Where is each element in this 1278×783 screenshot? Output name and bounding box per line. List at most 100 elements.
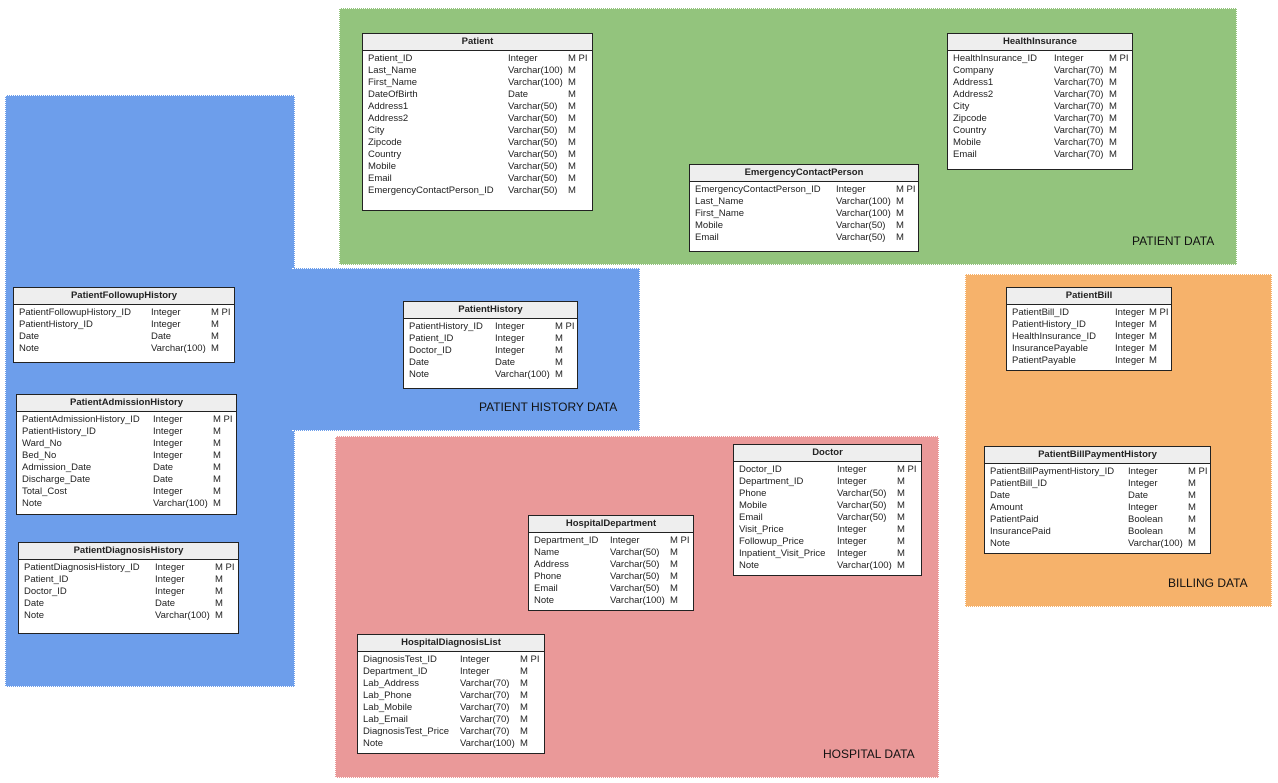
table-columns: HealthInsurance_ID Integer M PI Company Varc… [948,51,1132,161]
column-row: PatientPayable Integer M [1007,355,1171,367]
column-row: City Varchar(70) M [948,101,1132,113]
column-flags: M [568,101,576,112]
column-name: Mobile [953,137,981,148]
column-name: First_Name [695,208,745,219]
column-name: City [953,101,970,112]
column-type: Varchar(100) [153,498,208,509]
column-row: Note Varchar(100) M [404,369,577,381]
table-patient[interactable]: Patient Patient_ID Integer M PI Last_Name Var… [362,33,593,211]
column-name: Last_Name [695,196,744,207]
column-flags: M [568,65,576,76]
column-flags: M [1188,490,1196,501]
table-patient-admission-history[interactable]: PatientAdmissionHistory PatientAdmissionH… [16,394,237,515]
column-flags: M [211,331,219,342]
column-name: InsurancePaid [990,526,1051,537]
column-flags: M [896,196,904,207]
column-name: Address1 [368,101,409,112]
column-row: Email Varchar(50) M [690,232,918,244]
column-type: Varchar(100) [1128,538,1183,549]
column-name: Note [409,369,430,380]
column-row: Visit_Price Integer M [734,524,921,536]
column-name: Date [990,490,1011,501]
column-flags: M PI [1109,53,1129,64]
column-name: PatientDiagnosisHistory_ID [24,562,140,573]
column-type: Integer [1054,53,1084,64]
column-row: Zipcode Varchar(70) M [948,113,1132,125]
column-flags: M [215,574,223,585]
column-row: EmergencyContactPerson_ID Integer M PI [690,184,918,196]
column-flags: M [897,476,905,487]
table-health-insurance[interactable]: HealthInsurance HealthInsurance_ID Integer… [947,33,1133,170]
column-flags: M [670,571,678,582]
table-patient-history[interactable]: PatientHistory PatientHistory_ID Integer M … [403,301,578,389]
column-flags: M PI [670,535,690,546]
column-row: Date Date M [404,357,577,369]
column-type: Varchar(100) [495,369,550,380]
column-type: Integer [155,562,185,573]
column-flags: M [896,208,904,219]
column-row: Mobile Varchar(50) M [734,500,921,512]
column-row: PatientBill_ID Integer M [985,478,1210,490]
table-title: HealthInsurance [948,34,1132,51]
column-flags: M [1149,343,1157,354]
column-flags: M PI [568,53,588,64]
column-row: Followup_Price Integer M [734,536,921,548]
column-name: Note [534,595,555,606]
column-row: Address1 Varchar(50) M [363,101,592,113]
column-type: Varchar(100) [155,610,210,621]
column-type: Varchar(50) [508,137,558,148]
column-row: HealthInsurance_ID Integer M [1007,331,1171,343]
column-flags: M [568,125,576,136]
column-flags: M [568,89,576,100]
column-name: Amount [990,502,1023,513]
column-name: Date [24,598,45,609]
table-hospital-diagnosis-list[interactable]: HospitalDiagnosisList DiagnosisTest_ID Int… [357,634,545,754]
column-name: Address1 [953,77,994,88]
column-type: Varchar(50) [837,512,887,523]
column-flags: M [1149,355,1157,366]
column-type: Integer [836,184,866,195]
column-name: Inpatient_Visit_Price [739,548,826,559]
column-row: PatientHistory_ID Integer M [1007,319,1171,331]
table-hospital-department[interactable]: HospitalDepartment Department_ID Integer M … [528,515,694,611]
column-type: Integer [1115,331,1145,342]
column-flags: M [897,536,905,547]
column-row: Doctor_ID Integer M PI [734,464,921,476]
column-type: Boolean [1128,526,1163,537]
column-flags: M [1109,65,1117,76]
column-name: Note [739,560,760,571]
column-name: PatientHistory_ID [409,321,483,332]
column-flags: M [568,161,576,172]
column-name: First_Name [368,77,418,88]
column-type: Date [153,462,174,473]
column-type: Varchar(50) [610,571,660,582]
column-flags: M [897,500,905,511]
column-name: Email [534,583,558,594]
column-flags: M [215,586,223,597]
column-row: Note Varchar(100) M [19,610,238,622]
column-name: Company [953,65,994,76]
column-type: Varchar(100) [508,77,563,88]
column-name: Lab_Email [363,714,408,725]
table-doctor[interactable]: Doctor Doctor_ID Integer M PI Department_ID I… [733,444,922,576]
column-type: Varchar(100) [151,343,206,354]
column-row: Phone Varchar(50) M [529,571,693,583]
column-row: Lab_Address Varchar(70) M [358,678,544,690]
column-flags: M [897,512,905,523]
column-type: Boolean [1128,514,1163,525]
column-type: Integer [1115,319,1145,330]
column-row: Email Varchar(50) M [734,512,921,524]
table-title: PatientBill [1007,288,1171,305]
column-type: Varchar(50) [836,232,886,243]
table-patient-bill-payment-history[interactable]: PatientBillPaymentHistory PatientBillPaym… [984,446,1211,554]
table-patient-bill[interactable]: PatientBill PatientBill_ID Integer M PI Pati… [1006,287,1172,371]
table-emergency-contact-person[interactable]: EmergencyContactPerson EmergencyContactPe… [689,164,919,252]
column-name: PatientFollowupHistory_ID [19,307,131,318]
table-patient-diagnosis-history[interactable]: PatientDiagnosisHistory PatientDiagnosisH… [18,542,239,634]
column-row: HealthInsurance_ID Integer M PI [948,53,1132,65]
column-row: Address2 Varchar(70) M [948,89,1132,101]
table-patient-followup-history[interactable]: PatientFollowupHistory PatientFollowupHis… [13,287,235,363]
table-title: Doctor [734,445,921,462]
column-flags: M [520,702,528,713]
column-row: PatientHistory_ID Integer M PI [404,321,577,333]
